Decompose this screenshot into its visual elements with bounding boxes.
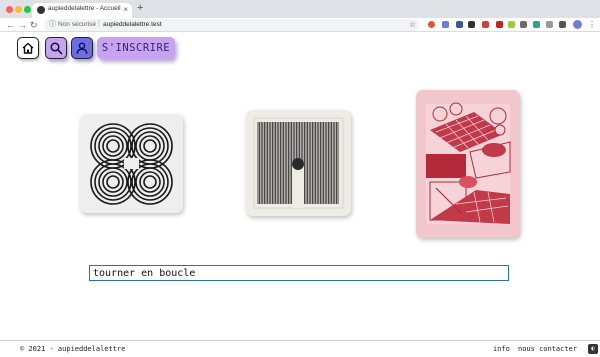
favicon-icon — [37, 6, 45, 14]
extension-grey-icon[interactable] — [520, 21, 527, 28]
extension-blue-icon[interactable] — [442, 21, 449, 28]
footer: © 2021 - aupieddelalettre info nous cont… — [0, 340, 600, 357]
card-spiral[interactable] — [80, 114, 183, 213]
new-tab-button[interactable]: + — [137, 2, 143, 15]
spiral-artwork — [90, 123, 173, 205]
address-separator: | — [98, 20, 100, 27]
site-nav: S'INSCRIRE — [0, 32, 600, 64]
search-icon — [50, 42, 63, 55]
back-button[interactable]: ← — [6, 19, 15, 31]
footer-info-link[interactable]: info — [493, 345, 510, 353]
loop-text-input[interactable] — [89, 265, 509, 281]
extension-dark-icon[interactable] — [456, 21, 463, 28]
lines-artwork — [253, 117, 344, 209]
card-collage[interactable] — [416, 90, 520, 238]
browser-tab[interactable]: aupieddelalettre - Accueil × — [32, 3, 132, 18]
url-text[interactable]: aupieddelalettre.test — [103, 21, 162, 28]
security-label: Non sécurisé — [58, 21, 96, 28]
browser-tabbar: aupieddelalettre - Accueil × + — [0, 0, 600, 18]
tab-title: aupieddelalettre - Accueil — [48, 5, 121, 12]
extensions-puzzle-icon[interactable] — [559, 21, 566, 28]
info-icon[interactable]: ⓘ — [49, 20, 56, 30]
address-bar[interactable]: ⓘ Non sécurisé | aupieddelalettre.test — [44, 19, 420, 31]
minimize-window-button[interactable] — [15, 6, 22, 13]
extension-badge-icon[interactable] — [468, 21, 475, 28]
extension-red-icon[interactable] — [482, 21, 489, 28]
extension-leaf-icon[interactable] — [508, 21, 515, 28]
footer-contact-link[interactable]: nous contacter — [518, 345, 577, 353]
account-button[interactable] — [71, 37, 93, 59]
star-icon[interactable]: ☆ — [409, 19, 416, 30]
browser-menu-icon[interactable]: ⋮ — [588, 19, 596, 30]
home-button[interactable] — [17, 37, 39, 59]
signup-button[interactable]: S'INSCRIRE — [97, 37, 175, 59]
forward-button[interactable]: → — [18, 19, 27, 31]
card-lines[interactable] — [246, 110, 351, 216]
copyright-text: © 2021 - aupieddelalettre — [20, 345, 126, 353]
extension-brave-icon[interactable] — [428, 21, 435, 28]
corner-widget-icon[interactable]: ◐ — [588, 344, 598, 354]
reload-button[interactable]: ↻ — [30, 19, 38, 31]
browser-toolbar: ← → ↻ ⓘ Non sécurisé | aupieddelalettre.… — [0, 18, 600, 32]
maximize-window-button[interactable] — [24, 6, 31, 13]
extension-teal-icon[interactable] — [533, 21, 540, 28]
home-icon — [22, 42, 34, 54]
extension-pdf-icon[interactable] — [496, 21, 503, 28]
profile-avatar[interactable] — [573, 20, 582, 29]
extension-list-icon[interactable] — [546, 21, 553, 28]
user-icon — [76, 42, 88, 54]
close-window-button[interactable] — [6, 6, 13, 13]
tab-close-icon[interactable]: × — [123, 4, 128, 16]
collage-artwork — [426, 102, 511, 224]
search-button[interactable] — [45, 37, 67, 59]
